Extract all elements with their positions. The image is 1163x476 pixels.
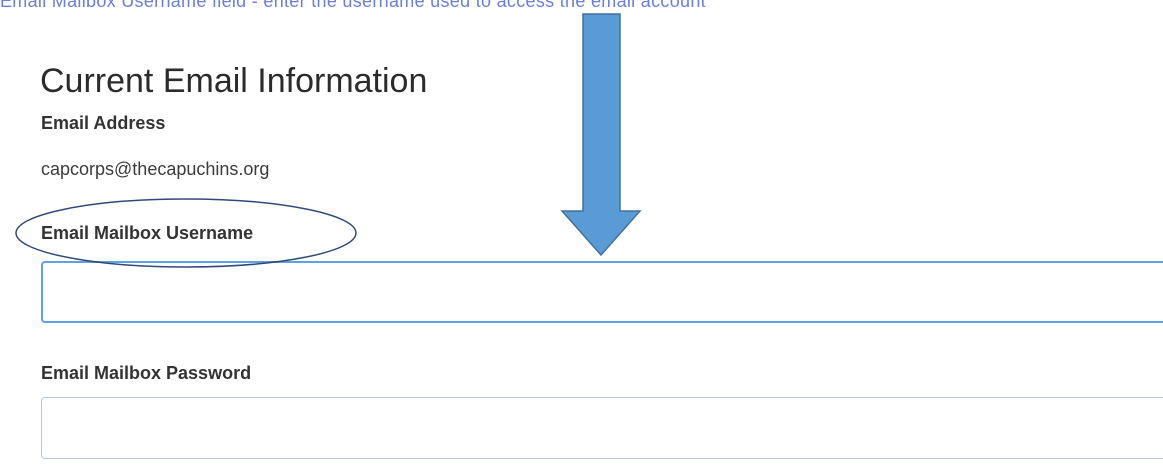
mailbox-username-label: Email Mailbox Username [41, 223, 254, 243]
mailbox-password-input[interactable] [41, 397, 1163, 459]
down-arrow-annotation [560, 13, 642, 257]
mailbox-password-label: Email Mailbox Password [41, 363, 252, 383]
section-title: Current Email Information [40, 62, 428, 100]
email-address-label: Email Address [41, 113, 166, 133]
email-address-value: capcorps@thecapuchins.org [41, 159, 270, 179]
mailbox-username-input[interactable] [41, 261, 1163, 323]
cropped-instruction-text: Email Mailbox Username field - enter the… [0, 0, 706, 11]
